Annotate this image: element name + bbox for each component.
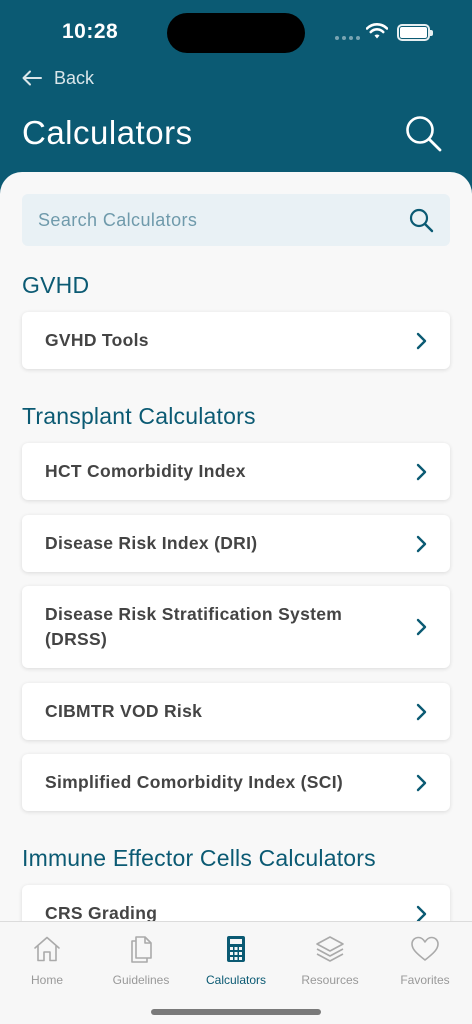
list-item-hct-comorbidity-index[interactable]: HCT Comorbidity Index	[22, 443, 450, 500]
list-item-label: HCT Comorbidity Index	[45, 461, 246, 481]
cellular-signal-icon	[335, 36, 360, 40]
documents-icon	[131, 936, 152, 963]
status-time: 10:28	[62, 20, 119, 43]
list-item-label: CIBMTR VOD Risk	[45, 701, 203, 721]
tab-favorites[interactable]: Favorites	[378, 934, 472, 987]
tab-resources[interactable]: Resources	[283, 934, 377, 987]
search-input[interactable]	[38, 209, 408, 231]
tab-label: Resources	[301, 973, 359, 987]
section-title-immune-effector: Immune Effector Cells Calculators	[22, 845, 376, 871]
back-button[interactable]: Back	[22, 64, 94, 92]
chevron-right-icon	[416, 774, 427, 791]
back-label: Back	[54, 67, 95, 88]
battery-icon	[397, 24, 433, 41]
tab-guidelines[interactable]: Guidelines	[94, 934, 188, 987]
search-icon[interactable]	[404, 114, 444, 154]
chevron-right-icon	[416, 618, 427, 636]
tab-label: Calculators	[205, 973, 267, 987]
tab-home[interactable]: Home	[0, 934, 94, 987]
list-item-label: Disease Risk Index (DRI)	[45, 533, 258, 553]
page-title: Calculators	[22, 114, 193, 151]
header: 10:28 Back Calculators	[0, 0, 472, 200]
wifi-icon	[366, 23, 388, 39]
section-title-transplant: Transplant Calculators	[22, 403, 256, 429]
tab-label: Guidelines	[112, 973, 170, 987]
list-item-label: Disease Risk Stratification System (DRSS…	[45, 604, 343, 649]
list-item-label: GVHD Tools	[45, 330, 149, 350]
chevron-right-icon	[416, 535, 427, 552]
calculator-icon	[227, 936, 245, 962]
layers-icon	[316, 936, 344, 962]
calculators-list: GVHD GVHD Tools Transplant Calculators H…	[0, 172, 472, 932]
section-title-gvhd: GVHD	[22, 272, 90, 298]
list-item-disease-risk-index[interactable]: Disease Risk Index (DRI)	[22, 515, 450, 572]
tab-label: Favorites	[400, 973, 450, 987]
chevron-right-icon	[416, 905, 427, 922]
home-indicator	[151, 1009, 321, 1015]
list-item-drss[interactable]: Disease Risk Stratification System (DRSS…	[22, 586, 450, 668]
list-item-label: Simplified Comorbidity Index (SCI)	[45, 772, 343, 792]
chevron-right-icon	[416, 332, 427, 349]
heart-icon	[411, 936, 439, 961]
list-item-gvhd-tools[interactable]: GVHD Tools	[22, 312, 450, 369]
tab-calculators[interactable]: Calculators	[189, 934, 283, 987]
status-bar: 10:28	[0, 0, 472, 60]
search-bar[interactable]	[22, 194, 450, 246]
arrow-left-icon	[22, 70, 42, 86]
chevron-right-icon	[416, 703, 427, 720]
list-item-cibmtr-vod-risk[interactable]: CIBMTR VOD Risk	[22, 683, 450, 740]
search-icon[interactable]	[408, 207, 434, 233]
tab-label: Home	[30, 973, 63, 987]
chevron-right-icon	[416, 463, 427, 480]
dynamic-island	[167, 13, 305, 53]
list-item-simplified-comorbidity-index[interactable]: Simplified Comorbidity Index (SCI)	[22, 754, 450, 811]
home-icon	[34, 936, 60, 962]
